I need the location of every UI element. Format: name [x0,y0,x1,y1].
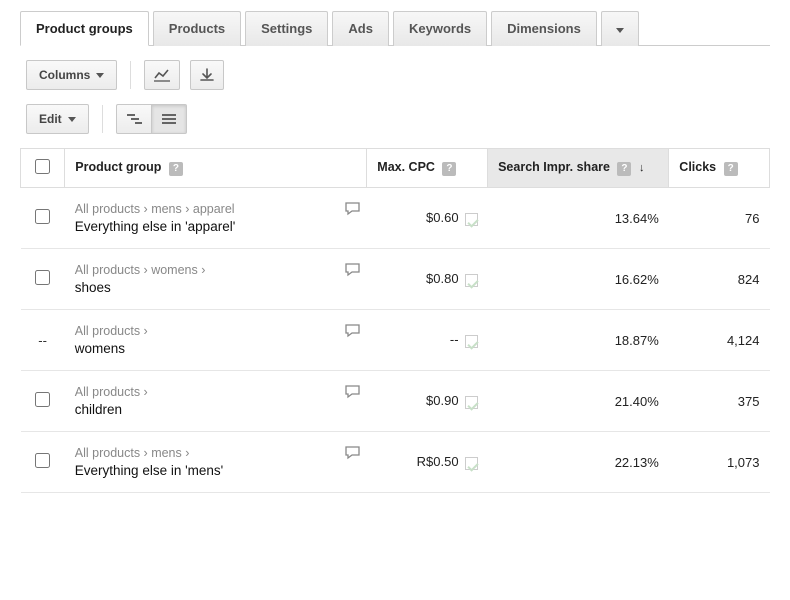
max-cpc-value[interactable]: $0.80 [426,271,459,286]
header-product-group-label: Product group [75,160,161,174]
product-group-name[interactable]: Everything else in 'mens' [75,463,335,478]
clicks-value: 76 [745,211,759,226]
table-row: All products › mens › apparel Everything … [21,188,770,249]
header-clicks-label: Clicks [679,160,716,174]
breadcrumb: All products › mens › [75,446,335,460]
tab-products[interactable]: Products [153,11,241,46]
comment-icon[interactable] [345,446,361,460]
comment-icon[interactable] [345,202,361,216]
tab-keywords[interactable]: Keywords [393,11,487,46]
row-checkbox[interactable] [35,270,50,285]
header-max-cpc[interactable]: Max. CPC ? [367,149,488,188]
toolbar-row-1: Columns [20,60,770,90]
search-impr-share-value: 18.87% [615,333,659,348]
clicks-value: 4,124 [727,333,760,348]
max-cpc-value[interactable]: $0.90 [426,393,459,408]
header-max-cpc-label: Max. CPC [377,160,435,174]
row-checkbox[interactable] [35,209,50,224]
product-groups-table: Product group ? Max. CPC ? Search Impr. … [20,148,770,493]
max-cpc-value[interactable]: -- [450,332,459,347]
divider [102,105,103,133]
table-row: All products › womens › shoes $0.80 16.62% 8… [21,249,770,310]
tab-dimensions[interactable]: Dimensions [491,11,597,46]
help-icon[interactable]: ? [442,162,456,176]
divider [130,61,131,89]
tab-ads[interactable]: Ads [332,11,389,46]
product-group-name[interactable]: womens [75,341,335,356]
edit-button-label: Edit [39,112,62,126]
clicks-value: 824 [738,272,760,287]
search-impr-share-value: 22.13% [615,455,659,470]
table-row: All products › children $0.90 21.40% 375 [21,371,770,432]
header-product-group[interactable]: Product group ? [65,149,367,188]
breadcrumb: All products › womens › [75,263,335,277]
header-clicks[interactable]: Clicks ? [669,149,770,188]
help-icon[interactable]: ? [724,162,738,176]
toolbar-row-2: Edit [20,104,770,134]
header-sis-label: Search Impr. share [498,160,610,174]
list-view-icon [161,113,177,125]
edit-mark-icon[interactable] [465,274,478,287]
view-toggle-group [116,104,187,134]
tab-settings[interactable]: Settings [245,11,328,46]
download-button[interactable] [190,60,224,90]
table-row: All products › mens › Everything else in … [21,432,770,493]
tree-view-icon [126,113,142,125]
edit-button[interactable]: Edit [26,104,89,134]
edit-mark-icon[interactable] [465,213,478,226]
breadcrumb: All products › mens › apparel [75,202,335,216]
view-tree-button[interactable] [116,104,152,134]
view-list-button[interactable] [151,104,187,134]
chart-icon [154,68,170,82]
caret-down-icon [68,117,76,122]
edit-mark-icon[interactable] [465,457,478,470]
help-icon[interactable]: ? [617,162,631,176]
edit-mark-icon[interactable] [465,396,478,409]
product-group-name[interactable]: Everything else in 'apparel' [75,219,335,234]
row-checkbox[interactable] [35,392,50,407]
row-checkbox[interactable] [35,453,50,468]
table-row: -- All products › womens -- 18.87% 4,124 [21,310,770,371]
header-checkbox-col [21,149,65,188]
max-cpc-value[interactable]: R$0.50 [417,454,459,469]
sort-down-icon: ↓ [639,162,645,174]
comment-icon[interactable] [345,263,361,277]
caret-down-icon [616,28,624,33]
header-search-impr-share[interactable]: Search Impr. share ? ↓ [488,149,669,188]
tab-more[interactable] [601,11,639,46]
columns-button[interactable]: Columns [26,60,117,90]
tabs-bar: Product groups Products Settings Ads Key… [20,10,770,46]
breadcrumb: All products › [75,324,335,338]
search-impr-share-value: 13.64% [615,211,659,226]
tab-product-groups[interactable]: Product groups [20,11,149,46]
edit-mark-icon[interactable] [465,335,478,348]
breadcrumb: All products › [75,385,335,399]
select-all-checkbox[interactable] [35,159,50,174]
clicks-value: 375 [738,394,760,409]
download-icon [200,68,214,82]
search-impr-share-value: 16.62% [615,272,659,287]
caret-down-icon [96,73,104,78]
max-cpc-value[interactable]: $0.60 [426,210,459,225]
product-group-name[interactable]: shoes [75,280,335,295]
chart-button[interactable] [144,60,180,90]
help-icon[interactable]: ? [169,162,183,176]
columns-button-label: Columns [39,68,90,82]
comment-icon[interactable] [345,324,361,338]
search-impr-share-value: 21.40% [615,394,659,409]
row-checkbox-dash: -- [38,333,47,348]
comment-icon[interactable] [345,385,361,399]
product-group-name[interactable]: children [75,402,335,417]
clicks-value: 1,073 [727,455,760,470]
